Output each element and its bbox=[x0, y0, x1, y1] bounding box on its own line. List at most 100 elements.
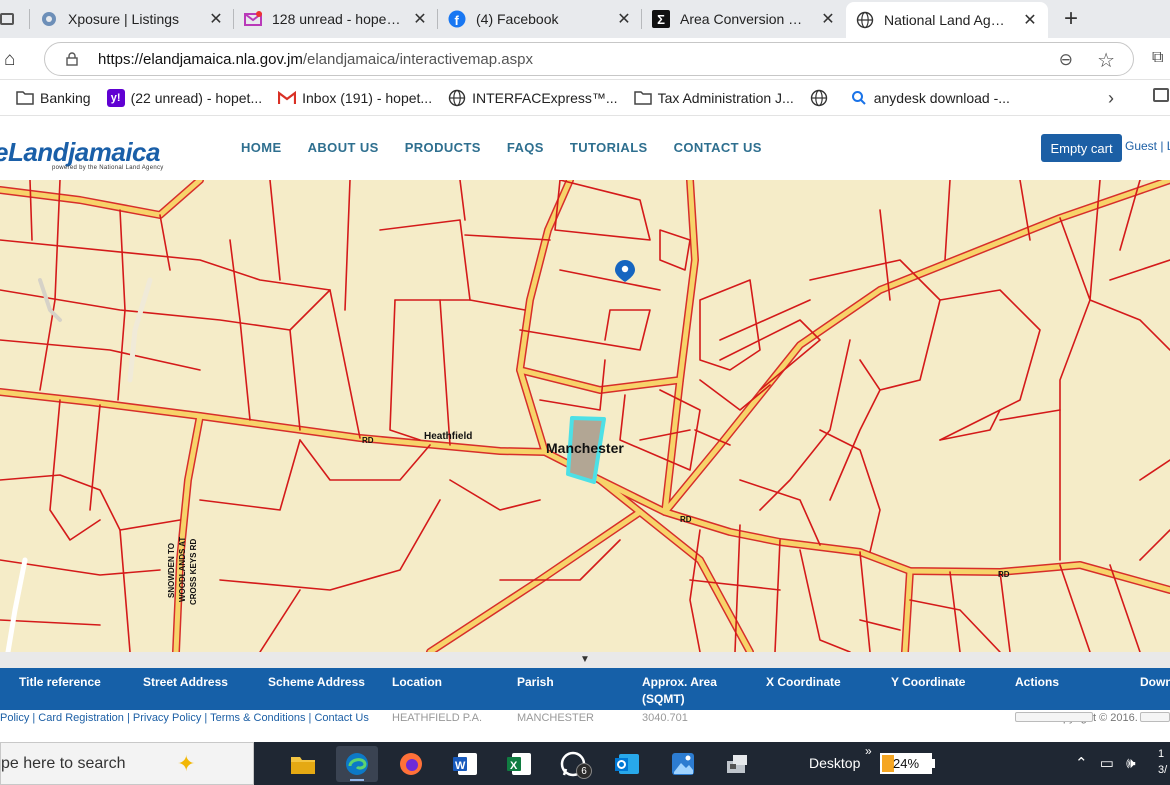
col-title-reference[interactable]: Title reference bbox=[19, 674, 101, 691]
plus-icon: + bbox=[1063, 5, 1078, 32]
tab-mail[interactable]: 128 unread - hopeton.r ✕ bbox=[234, 0, 438, 38]
interactive-map[interactable]: Heathfield Manchester RD RD RD SNOWDEN T… bbox=[0, 180, 1170, 652]
logo-text: eLandjamaica bbox=[0, 137, 160, 167]
svg-text:f: f bbox=[455, 13, 460, 28]
clock-date: 3/ bbox=[1158, 764, 1168, 776]
col-approx-area[interactable]: Approx. Area (SQMT) bbox=[642, 674, 732, 708]
bookmark-yahoo[interactable]: y! (22 unread) - hopet... bbox=[106, 88, 263, 107]
file-explorer-icon[interactable] bbox=[282, 746, 324, 782]
col-street-address[interactable]: Street Address bbox=[143, 674, 228, 691]
mail-icon bbox=[244, 10, 262, 28]
col-actions[interactable]: Actions bbox=[1015, 674, 1059, 691]
new-tab-button[interactable]: + bbox=[1048, 0, 1094, 38]
row-action-button[interactable] bbox=[1015, 712, 1093, 722]
bookmark-gmail[interactable]: Inbox (191) - hopet... bbox=[278, 89, 432, 107]
nav-about-us[interactable]: ABOUT US bbox=[308, 140, 379, 155]
battery-icon[interactable]: ▭ bbox=[1100, 755, 1118, 772]
empty-cart-button[interactable]: Empty cart bbox=[1041, 134, 1122, 162]
tab-title: 128 unread - hopeton.r bbox=[272, 11, 402, 27]
puzzle-icon bbox=[40, 10, 58, 28]
battery-indicator[interactable]: 24% bbox=[880, 753, 932, 774]
nav-contact-us[interactable]: CONTACT US bbox=[674, 140, 762, 155]
footer-links[interactable]: Policy | Card Registration | Privacy Pol… bbox=[0, 712, 369, 724]
tab-area-conversion[interactable]: Σ Area Conversion Calcula ✕ bbox=[642, 0, 846, 38]
anydesk-icon[interactable] bbox=[716, 746, 758, 782]
facebook-icon: f bbox=[448, 10, 466, 28]
extensions-icon[interactable]: ⧉ bbox=[1152, 49, 1163, 67]
close-tab-icon[interactable]: ✕ bbox=[616, 9, 632, 29]
system-tray[interactable]: ⌃ ▭ 🕪 bbox=[1075, 754, 1140, 772]
chevron-right-icon[interactable]: › bbox=[1108, 88, 1114, 109]
zoom-out-icon[interactable]: ⊖ bbox=[1059, 50, 1073, 70]
nav-tutorials[interactable]: TUTORIALS bbox=[570, 140, 648, 155]
map-pin-icon[interactable] bbox=[615, 260, 635, 282]
double-chevron-icon[interactable]: » bbox=[865, 744, 872, 758]
col-download[interactable]: Down bbox=[1140, 674, 1170, 691]
row-area: 3040.701 bbox=[642, 712, 688, 724]
row-download-button[interactable] bbox=[1140, 712, 1170, 722]
taskbar-clock[interactable]: 1 3/ bbox=[1158, 746, 1167, 778]
site-header: eLandjamaica powered by the National Lan… bbox=[0, 117, 1170, 180]
page-footer: HEATHFIELD P.A. MANCHESTER 3040.701 Poli… bbox=[0, 710, 1170, 742]
close-tab-icon[interactable]: ✕ bbox=[1022, 10, 1038, 30]
battery-nub bbox=[932, 759, 935, 768]
folder-icon bbox=[16, 89, 34, 107]
url-field[interactable]: https://elandjamaica.nla.gov.jm/elandjam… bbox=[44, 42, 1134, 76]
tab-overflow[interactable] bbox=[0, 0, 30, 38]
map-label-woodlands: WOODLANDS AT bbox=[178, 537, 187, 602]
copilot-sparkle-icon[interactable]: ✦ bbox=[177, 751, 195, 777]
whatsapp-badge: 6 bbox=[576, 763, 592, 779]
col-x-coordinate[interactable]: X Coordinate bbox=[766, 674, 841, 691]
map-label-road-3: RD bbox=[998, 570, 1010, 579]
guest-login-link[interactable]: Guest | L bbox=[1125, 139, 1170, 153]
col-location[interactable]: Location bbox=[392, 674, 442, 691]
bookmark-interfacexpress[interactable]: INTERFACExpress™... bbox=[448, 89, 618, 107]
excel-icon[interactable]: X bbox=[498, 746, 540, 782]
whatsapp-icon[interactable]: 6 bbox=[552, 746, 594, 782]
bookmark-label: Tax Administration J... bbox=[657, 89, 794, 106]
sigma-icon: Σ bbox=[652, 10, 670, 28]
edge-icon[interactable] bbox=[336, 746, 378, 782]
word-icon[interactable]: W bbox=[444, 746, 486, 782]
col-parish[interactable]: Parish bbox=[517, 674, 554, 691]
home-icon[interactable]: ⌂ bbox=[4, 49, 15, 71]
bookmark-label: (22 unread) - hopet... bbox=[130, 89, 263, 106]
photos-icon[interactable] bbox=[662, 746, 704, 782]
bookmark-globe[interactable] bbox=[810, 89, 834, 107]
bookmark-tax-administration[interactable]: Tax Administration J... bbox=[633, 89, 794, 107]
outlook-icon[interactable] bbox=[606, 746, 648, 782]
other-favorites-icon[interactable] bbox=[1153, 88, 1169, 102]
close-tab-icon[interactable]: ✕ bbox=[820, 9, 836, 29]
folder-icon bbox=[633, 89, 652, 107]
firefox-icon[interactable] bbox=[390, 746, 432, 782]
nav-faqs[interactable]: FAQS bbox=[507, 140, 544, 155]
volume-icon[interactable]: 🕪 bbox=[1126, 755, 1139, 772]
nav-products[interactable]: PRODUCTS bbox=[405, 140, 481, 155]
col-y-coordinate[interactable]: Y Coordinate bbox=[891, 674, 965, 691]
lock-icon[interactable] bbox=[65, 52, 79, 66]
results-panel-toggle[interactable]: ▼ bbox=[0, 652, 1170, 668]
bookmark-banking[interactable]: Banking bbox=[16, 89, 91, 107]
url-host: https://elandjamaica.nla.gov.jm bbox=[98, 51, 303, 68]
site-logo[interactable]: eLandjamaica powered by the National Lan… bbox=[0, 139, 164, 171]
map-label-road-2: RD bbox=[680, 515, 692, 524]
map-canvas[interactable]: Heathfield Manchester RD RD RD SNOWDEN T… bbox=[0, 180, 1170, 652]
taskbar-search-box[interactable]: pe here to search ✦ bbox=[0, 742, 254, 785]
close-tab-icon[interactable]: ✕ bbox=[412, 9, 428, 29]
favorite-star-icon[interactable]: ☆ bbox=[1097, 48, 1115, 73]
battery-percent: 24% bbox=[892, 756, 920, 771]
tab-xposure[interactable]: Xposure | Listings ✕ bbox=[30, 0, 234, 38]
col-scheme-address[interactable]: Scheme Address bbox=[268, 674, 365, 691]
tab-national-land-agency[interactable]: National Land Agency - ✕ bbox=[846, 2, 1048, 38]
tab-facebook[interactable]: f (4) Facebook ✕ bbox=[438, 0, 642, 38]
bookmark-anydesk[interactable]: anydesk download -... bbox=[850, 89, 1010, 107]
desktop-toolbar-label[interactable]: Desktop bbox=[809, 755, 860, 771]
bookmark-label: INTERFACExpress™... bbox=[472, 89, 618, 106]
bookmarks-bar: Banking y! (22 unread) - hopet... Inbox … bbox=[0, 80, 1170, 116]
results-table-header: Title reference Street Address Scheme Ad… bbox=[0, 668, 1170, 716]
tab-title: National Land Agency - bbox=[884, 12, 1012, 28]
close-tab-icon[interactable]: ✕ bbox=[208, 9, 224, 29]
nav-home[interactable]: HOME bbox=[241, 140, 282, 155]
svg-text:W: W bbox=[455, 760, 466, 772]
chevron-up-icon[interactable]: ⌃ bbox=[1075, 755, 1092, 772]
